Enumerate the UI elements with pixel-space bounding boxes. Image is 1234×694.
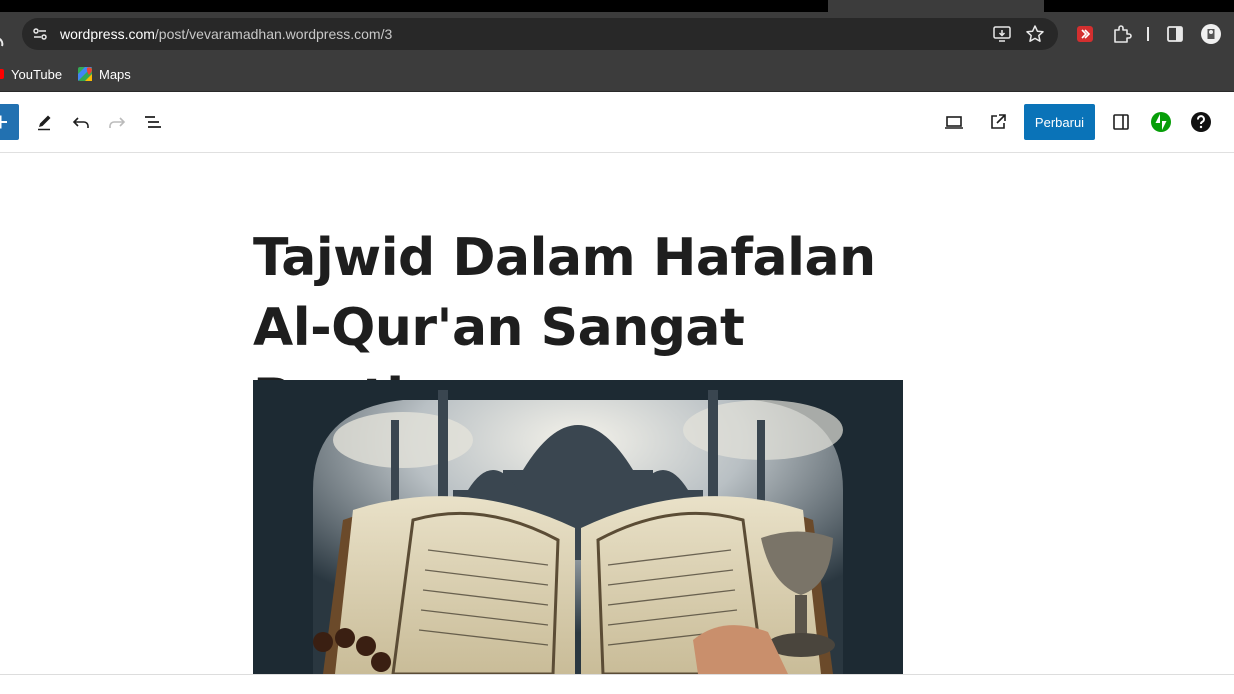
- document-overview-button[interactable]: [141, 110, 165, 134]
- desktop-preview-icon: [945, 116, 963, 129]
- editor-toolbar: Perbarui: [0, 92, 1234, 153]
- site-info-icon[interactable]: [32, 26, 48, 42]
- pencil-icon: [38, 115, 51, 131]
- url-host: wordpress.com: [60, 26, 155, 42]
- toolbar-divider: [1147, 27, 1149, 41]
- help-button[interactable]: [1189, 110, 1213, 134]
- settings-sidebar-button[interactable]: [1109, 110, 1133, 134]
- tools-edit-button[interactable]: [32, 110, 56, 134]
- profile-avatar-icon[interactable]: [1199, 22, 1223, 46]
- add-block-button[interactable]: [0, 104, 19, 140]
- help-icon: [1191, 112, 1211, 132]
- featured-image[interactable]: [253, 380, 903, 674]
- jetpack-icon: [1151, 112, 1171, 132]
- sidebar-toggle-icon: [1113, 114, 1129, 130]
- side-panel-icon[interactable]: [1163, 22, 1187, 46]
- active-tab[interactable]: [828, 0, 1044, 12]
- reload-icon[interactable]: [0, 36, 6, 50]
- maps-icon: [78, 67, 92, 81]
- bookmark-maps-label: Maps: [99, 66, 131, 82]
- jetpack-button[interactable]: [1149, 110, 1173, 134]
- install-app-icon[interactable]: [992, 24, 1012, 44]
- editor-footer: [0, 674, 1234, 694]
- browser-toolbar: wordpress.com/post/vevaramadhan.wordpres…: [0, 12, 1234, 56]
- list-view-icon: [145, 116, 161, 128]
- bookmark-youtube[interactable]: YouTube: [0, 64, 62, 84]
- bookmark-star-icon[interactable]: [1025, 24, 1045, 44]
- redo-icon: [109, 117, 126, 128]
- bookmarks-bar: YouTube Maps: [0, 56, 1234, 92]
- quran-mosque-image: [253, 380, 903, 674]
- view-post-button[interactable]: [986, 110, 1010, 134]
- url-text[interactable]: wordpress.com/post/vevaramadhan.wordpres…: [60, 26, 392, 42]
- address-bar[interactable]: wordpress.com/post/vevaramadhan.wordpres…: [22, 18, 1058, 50]
- youtube-icon: [0, 69, 4, 79]
- bookmark-youtube-label: YouTube: [11, 66, 63, 82]
- extension-icon-red[interactable]: [1073, 22, 1097, 46]
- bookmark-maps[interactable]: Maps: [77, 64, 131, 84]
- redo-button[interactable]: [105, 110, 129, 134]
- editor-canvas: Tajwid Dalam Hafalan Al-Qur'an Sangat Pe…: [0, 153, 1234, 674]
- plus-icon: [0, 115, 7, 129]
- extensions-puzzle-icon[interactable]: [1110, 22, 1134, 46]
- url-path: /post/vevaramadhan.wordpress.com/3: [154, 26, 393, 42]
- update-button[interactable]: Perbarui: [1024, 104, 1095, 140]
- preview-button[interactable]: [942, 110, 966, 134]
- undo-button[interactable]: [69, 110, 93, 134]
- tab-strip: [0, 0, 1234, 12]
- undo-icon: [72, 117, 89, 128]
- external-link-icon: [991, 114, 1006, 129]
